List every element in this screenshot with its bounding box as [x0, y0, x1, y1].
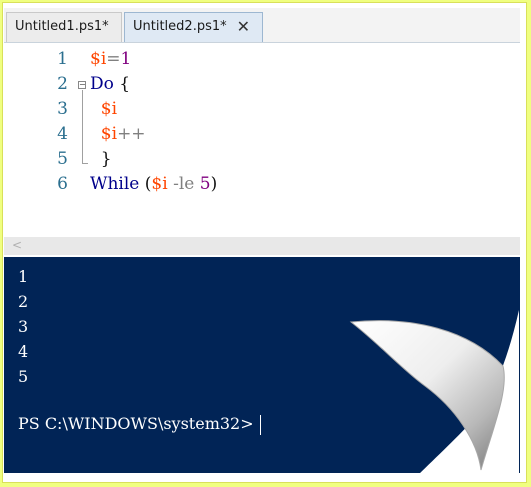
console-prompt: PS C:\WINDOWS\system32>: [18, 414, 254, 433]
code-token: }: [90, 149, 112, 169]
script-editor[interactable]: 1 $i=1 2 Do {3 $i 4 $i++ 5 } 6 While ($i -le 5)…: [4, 43, 520, 237]
code-token: While: [90, 174, 140, 194]
tab-label: Untitled2.ps1*: [133, 19, 227, 34]
code-line[interactable]: 3 $i: [4, 97, 504, 122]
fold-guide-line: [82, 90, 83, 164]
fold-collapse-icon[interactable]: −: [78, 81, 86, 89]
console-output-line: 2: [18, 292, 29, 311]
code-text: }: [90, 147, 112, 172]
code-token: 5: [199, 174, 211, 194]
code-token: $i: [90, 49, 107, 69]
code-line[interactable]: 4 $i++: [4, 122, 504, 147]
code-token: Do: [90, 74, 114, 94]
close-icon[interactable]: ✕: [237, 13, 250, 41]
line-number: 4: [57, 124, 68, 144]
code-token: -le: [167, 174, 200, 194]
line-number: 3: [57, 99, 68, 119]
fold-guide-end: [82, 163, 88, 164]
console-output-line: 4: [18, 342, 29, 361]
code-token: $i: [151, 174, 168, 194]
text-cursor: [259, 414, 261, 435]
line-number: 2: [57, 74, 68, 94]
code-token: =: [106, 49, 121, 69]
code-token: $i: [90, 99, 118, 119]
code-text: $i=1: [90, 47, 131, 72]
line-number: 5: [57, 149, 68, 169]
code-token: ): [210, 174, 218, 194]
code-token: 1: [120, 49, 132, 69]
tab-bar: Untitled1.ps1* Untitled2.ps1* ✕: [4, 8, 520, 43]
horizontal-scrollbar[interactable]: <: [4, 237, 520, 255]
code-line[interactable]: 5 }: [4, 147, 504, 172]
code-text: $i++: [90, 122, 146, 147]
code-text: $i: [90, 97, 117, 122]
console-output-line: 3: [18, 317, 29, 336]
code-text: Do {: [90, 72, 130, 97]
code-token: (: [139, 174, 152, 194]
code-line[interactable]: 1 $i=1: [4, 47, 504, 72]
line-number: 1: [57, 49, 68, 69]
code-token: {: [113, 74, 131, 94]
code-text: While ($i -le 5): [90, 172, 217, 197]
code-token: $i: [90, 124, 118, 144]
scroll-left-arrow-icon[interactable]: <: [12, 238, 22, 252]
line-number: 6: [57, 174, 68, 194]
tab-untitled2[interactable]: Untitled2.ps1* ✕: [124, 12, 263, 42]
code-token: ++: [117, 124, 146, 144]
page-curl-decoration: [349, 310, 519, 478]
console-output-line: 1: [18, 267, 29, 286]
tab-untitled1[interactable]: Untitled1.ps1*: [6, 12, 122, 42]
console-output-line: 5: [18, 367, 29, 386]
code-line[interactable]: 6 While ($i -le 5): [4, 172, 504, 197]
tab-label: Untitled1.ps1*: [15, 19, 109, 34]
console-prompt-line[interactable]: PS C:\WINDOWS\system32>: [18, 412, 261, 436]
